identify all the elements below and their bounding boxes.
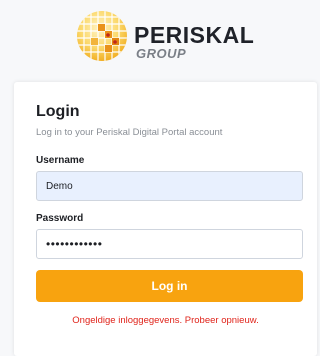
- periskal-logo: PERISKAL GROUP: [74, 8, 284, 64]
- brand-subtitle: GROUP: [136, 46, 187, 61]
- username-input[interactable]: [36, 171, 303, 201]
- login-card: Login Log in to your Periskal Digital Po…: [14, 82, 317, 356]
- error-message: Ongeldige inloggegevens. Probeer opnieuw…: [72, 315, 259, 326]
- login-button[interactable]: Log in: [36, 270, 303, 302]
- page-title: Login: [36, 103, 80, 120]
- globe-grid-icon: [77, 11, 127, 61]
- password-input[interactable]: [36, 229, 303, 259]
- password-label: Password: [36, 213, 84, 224]
- username-label: Username: [36, 155, 85, 166]
- brand-name: PERISKAL: [134, 22, 255, 48]
- login-subtitle: Log in to your Periskal Digital Portal a…: [36, 127, 223, 138]
